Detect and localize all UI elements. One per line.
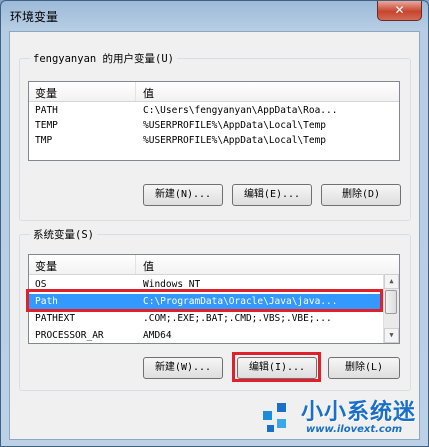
column-separator[interactable] bbox=[135, 255, 136, 274]
list-item[interactable]: PATHEXT .COM;.EXE;.BAT;.CMD;.VBS;.VBE;..… bbox=[29, 311, 385, 326]
watermark-text: 小小系统迷 bbox=[301, 400, 417, 425]
column-header-value[interactable]: 值 bbox=[143, 85, 154, 101]
watermark-logo-icon bbox=[257, 395, 293, 439]
list-item[interactable]: PATH C:\Users\fengyanyan\AppData\Roa... bbox=[29, 103, 399, 118]
variable-value: .COM;.EXE;.BAT;.CMD;.VBS;.VBE;... bbox=[143, 313, 332, 324]
system-variables-group-title: 系统变量(S) bbox=[30, 227, 97, 242]
variable-value: C:\Users\fengyanyan\AppData\Roa... bbox=[143, 105, 338, 116]
user-variables-group-title: fengyanyan 的用户变量(U) bbox=[30, 51, 178, 66]
variable-name: PATH bbox=[35, 105, 58, 116]
user-variables-list[interactable]: 变量 值 PATH C:\Users\fengyanyan\AppData\Ro… bbox=[28, 81, 400, 161]
scroll-up-arrow-icon[interactable]: ▲ bbox=[384, 274, 399, 289]
title-bar[interactable]: 环境变量 ✕ bbox=[1, 1, 428, 31]
system-new-button[interactable]: 新建(W)... bbox=[143, 357, 223, 379]
close-button[interactable]: ✕ bbox=[377, 1, 422, 21]
highlight-box-path-row bbox=[26, 289, 383, 312]
scroll-thumb[interactable] bbox=[385, 290, 397, 314]
user-new-button[interactable]: 新建(N)... bbox=[143, 184, 223, 206]
variable-value: %USERPROFILE%\AppData\Local\Temp bbox=[143, 120, 327, 131]
column-header-name[interactable]: 变量 bbox=[35, 85, 57, 101]
variable-value: AMD64 bbox=[143, 330, 172, 341]
column-header-value[interactable]: 值 bbox=[143, 258, 154, 274]
variable-name: PROCESSOR_AR bbox=[35, 330, 104, 341]
system-list-scrollbar[interactable]: ▲ ▼ bbox=[383, 274, 399, 343]
dialog-client-area: fengyanyan 的用户变量(U) 变量 值 PATH C:\Users\f… bbox=[9, 31, 420, 440]
variable-name: PATHEXT bbox=[35, 313, 76, 324]
column-separator[interactable] bbox=[135, 82, 136, 101]
system-list-header: 变量 值 bbox=[29, 255, 399, 275]
scroll-down-arrow-icon[interactable]: ▼ bbox=[384, 328, 399, 343]
system-delete-button[interactable]: 删除(L) bbox=[328, 357, 400, 379]
variable-name: TMP bbox=[35, 135, 53, 146]
list-item[interactable]: TMP %USERPROFILE%\AppData\Local\Temp bbox=[29, 133, 399, 148]
variable-name: TEMP bbox=[35, 120, 58, 131]
highlight-box-edit-button bbox=[232, 352, 321, 382]
user-delete-button[interactable]: 删除(D) bbox=[321, 184, 401, 206]
environment-variables-window: 环境变量 ✕ fengyanyan 的用户变量(U) 变量 值 PATH C:\… bbox=[0, 0, 429, 447]
window-title: 环境变量 bbox=[10, 10, 59, 24]
list-item[interactable]: TEMP %USERPROFILE%\AppData\Local\Temp bbox=[29, 118, 399, 133]
close-icon: ✕ bbox=[394, 3, 405, 17]
variable-value: %USERPROFILE%\AppData\Local\Temp bbox=[143, 135, 327, 146]
column-header-name[interactable]: 变量 bbox=[35, 258, 57, 274]
user-edit-button[interactable]: 编辑(E)... bbox=[232, 184, 312, 206]
watermark-url: www.ilovext.com bbox=[306, 424, 403, 435]
list-item[interactable]: PROCESSOR_AR AMD64 bbox=[29, 328, 385, 343]
user-list-header: 变量 值 bbox=[29, 82, 399, 102]
